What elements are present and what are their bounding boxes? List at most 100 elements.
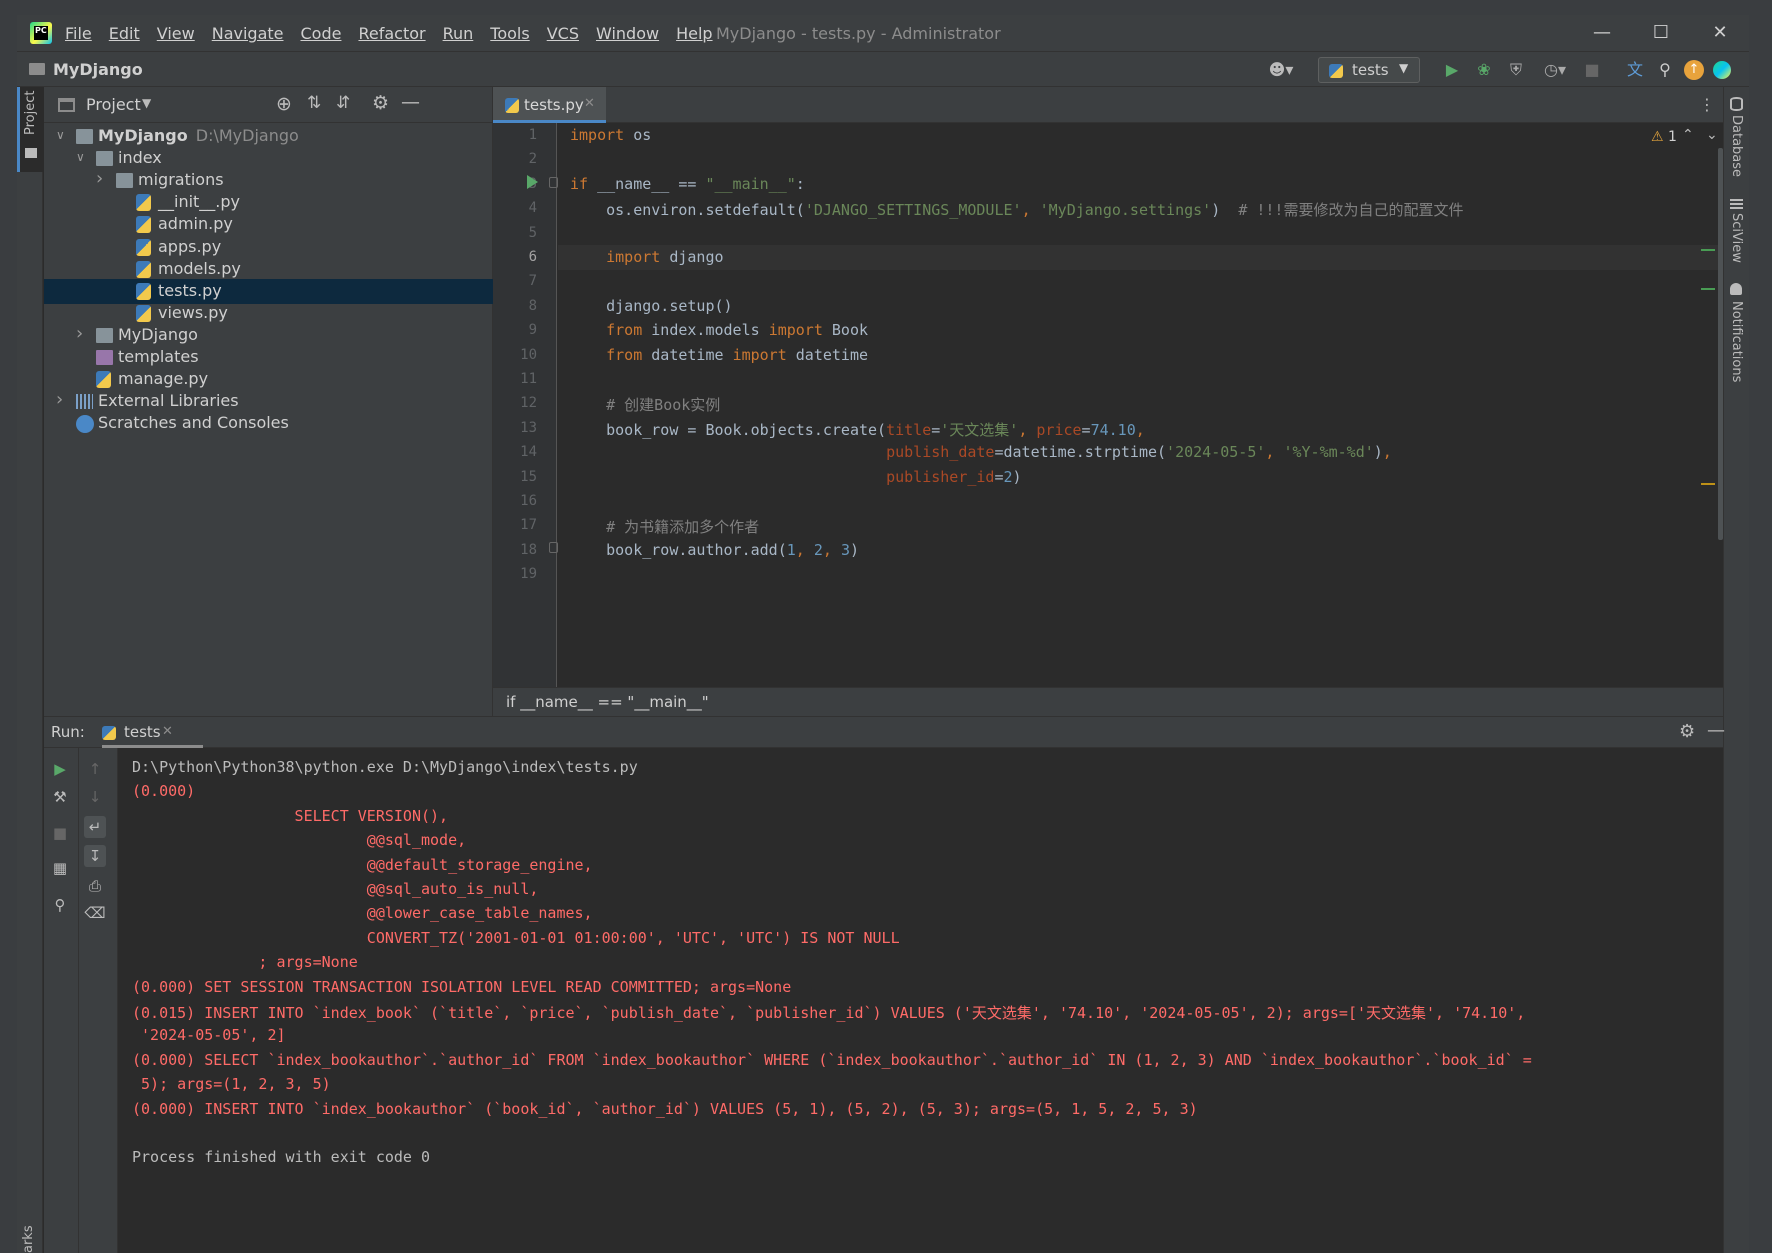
- maximize-icon[interactable]: ☐: [1647, 19, 1675, 47]
- menu-refactor[interactable]: Refactor: [358, 24, 425, 43]
- run-gutter-icon[interactable]: [527, 175, 538, 189]
- run-tab-tests[interactable]: tests ✕: [102, 717, 203, 748]
- hide-panel-icon[interactable]: —: [401, 91, 420, 113]
- line-number: 19: [520, 566, 537, 583]
- close-tab-icon[interactable]: ✕: [162, 724, 173, 739]
- left-tool-stripe: Project arks: [17, 87, 43, 1253]
- menu-help[interactable]: Help: [676, 24, 712, 43]
- tree-item-label: MyDjango: [118, 324, 198, 344]
- ide-window: PC File Edit View Navigate Code Refactor Run To…: [17, 15, 1749, 1253]
- more-options-icon[interactable]: ⋮: [1699, 95, 1715, 114]
- menu-view[interactable]: View: [157, 24, 195, 43]
- breadcrumb-item[interactable]: if __name__ == "__main__": [506, 693, 709, 711]
- pin-icon[interactable]: ⚲: [49, 894, 71, 916]
- expand-all-icon[interactable]: ⇅: [307, 93, 321, 113]
- previous-warning-icon[interactable]: ⌃: [1682, 127, 1694, 143]
- scroll-to-end-icon[interactable]: ↧: [84, 845, 106, 867]
- coverage-icon[interactable]: ⛨: [1505, 59, 1527, 81]
- user-icon[interactable]: ☻▾: [1263, 59, 1299, 81]
- code-editor[interactable]: 1 2 3 4 5 6 7 8 9 10 11 12 13 14 15 16 17 18 19 import os i…: [493, 123, 1723, 687]
- chevron-down-icon[interactable]: ▼: [142, 96, 151, 110]
- chevron-down-icon[interactable]: ∨: [76, 150, 90, 164]
- project-view-icon: [58, 98, 75, 112]
- menu-edit[interactable]: Edit: [109, 24, 140, 43]
- folder-icon: [116, 173, 133, 189]
- run-config-label: tests: [1352, 61, 1389, 79]
- gear-icon[interactable]: ⚙: [372, 92, 389, 114]
- wrench-icon[interactable]: ⚒: [49, 786, 71, 808]
- notifications-tab[interactable]: Notifications: [1729, 301, 1744, 382]
- run-config-dropdown[interactable]: tests ▼: [1318, 57, 1420, 83]
- project-tool-tab[interactable]: Project: [17, 87, 43, 172]
- menu-vcs[interactable]: VCS: [547, 24, 579, 43]
- close-tab-icon[interactable]: ✕: [584, 96, 595, 111]
- folder-icon: [25, 148, 37, 158]
- gear-icon[interactable]: ⚙: [1679, 721, 1695, 742]
- soft-wrap-icon[interactable]: ↵: [84, 816, 106, 838]
- python-file-icon: [136, 216, 151, 234]
- database-icon: [1730, 97, 1743, 111]
- stop-icon[interactable]: ■: [49, 822, 71, 844]
- menu-window[interactable]: Window: [596, 24, 659, 43]
- chevron-right-icon[interactable]: ›: [76, 323, 90, 344]
- menu-file[interactable]: File: [65, 24, 92, 43]
- fold-icon[interactable]: [549, 542, 558, 553]
- editor-scrollbar[interactable]: [1718, 148, 1723, 540]
- menu-code[interactable]: Code: [301, 24, 342, 43]
- up-arrow-icon[interactable]: ↑: [84, 758, 106, 780]
- nav-project-name[interactable]: MyDjango: [53, 60, 143, 79]
- line-number: 13: [520, 419, 537, 436]
- menu-run[interactable]: Run: [443, 24, 474, 43]
- layout-icon[interactable]: ▦: [49, 857, 71, 879]
- bookmarks-tab-label[interactable]: arks: [21, 1225, 36, 1253]
- chevron-down-icon[interactable]: ∨: [56, 128, 70, 142]
- rerun-icon[interactable]: ▶: [49, 758, 71, 780]
- tree-item-label: admin.py: [158, 214, 233, 234]
- python-icon: [102, 726, 116, 740]
- code-area[interactable]: import os if __name__ == "__main__": os.e…: [570, 123, 1670, 687]
- fold-icon[interactable]: [549, 177, 558, 188]
- locate-icon[interactable]: ⊕: [276, 93, 292, 115]
- run-console[interactable]: D:\Python\Python38\python.exe D:\MyDjang…: [118, 748, 1723, 1253]
- next-warning-icon[interactable]: ⌄: [1706, 127, 1718, 143]
- collapse-all-icon[interactable]: ⇵: [336, 93, 350, 113]
- code-line: book_row = Book.objects.create(title='天文…: [570, 420, 1145, 439]
- tab-tests-py[interactable]: tests.py ✕: [493, 87, 606, 123]
- chevron-right-icon[interactable]: ›: [96, 168, 110, 189]
- run-label: Run:: [51, 723, 85, 741]
- menu-tools[interactable]: Tools: [490, 24, 529, 43]
- tree-item[interactable]: Scratches and Consoles: [44, 411, 493, 436]
- run-icon[interactable]: ▶: [1441, 59, 1463, 81]
- jetbrains-icon[interactable]: [1713, 61, 1731, 79]
- console-line: Process finished with exit code 0: [132, 1148, 431, 1167]
- search-icon[interactable]: ⚲: [1654, 59, 1676, 81]
- hide-panel-icon[interactable]: —: [1707, 720, 1725, 741]
- project-view-selector[interactable]: Project: [86, 95, 141, 114]
- menu-navigate[interactable]: Navigate: [212, 24, 284, 43]
- line-number: 12: [520, 395, 537, 412]
- code-line: from datetime import datetime: [606, 345, 869, 364]
- translate-icon[interactable]: 文: [1624, 59, 1646, 81]
- stop-icon[interactable]: ■: [1581, 59, 1603, 81]
- code-line: # 为书籍添加多个作者: [606, 518, 760, 537]
- warning-indicator[interactable]: ⚠ 1: [1651, 129, 1677, 145]
- print-icon[interactable]: ⎙: [84, 875, 106, 897]
- sciview-tab[interactable]: SciView: [1729, 213, 1744, 263]
- profile-icon[interactable]: ◷▾: [1537, 59, 1573, 81]
- python-file-icon: [136, 238, 151, 256]
- update-icon[interactable]: ↑: [1684, 60, 1704, 80]
- minimize-icon[interactable]: —: [1588, 19, 1616, 47]
- folder-icon: [96, 327, 113, 343]
- chevron-right-icon[interactable]: ›: [56, 389, 70, 410]
- debug-icon[interactable]: ❀: [1473, 59, 1495, 81]
- trash-icon[interactable]: ⌫: [84, 902, 106, 924]
- down-arrow-icon[interactable]: ↓: [84, 786, 106, 808]
- python-file-icon: [136, 260, 151, 278]
- title-bar: PC File Edit View Navigate Code Refactor Run To…: [17, 15, 1749, 51]
- console-line: (0.000) SET SESSION TRANSACTION ISOLATIO…: [132, 977, 792, 996]
- tab-label: tests.py: [524, 96, 584, 114]
- warning-icon: ⚠: [1651, 129, 1664, 145]
- close-window-icon[interactable]: ✕: [1706, 19, 1734, 47]
- database-tab[interactable]: Database: [1729, 115, 1744, 177]
- library-icon: [76, 394, 93, 410]
